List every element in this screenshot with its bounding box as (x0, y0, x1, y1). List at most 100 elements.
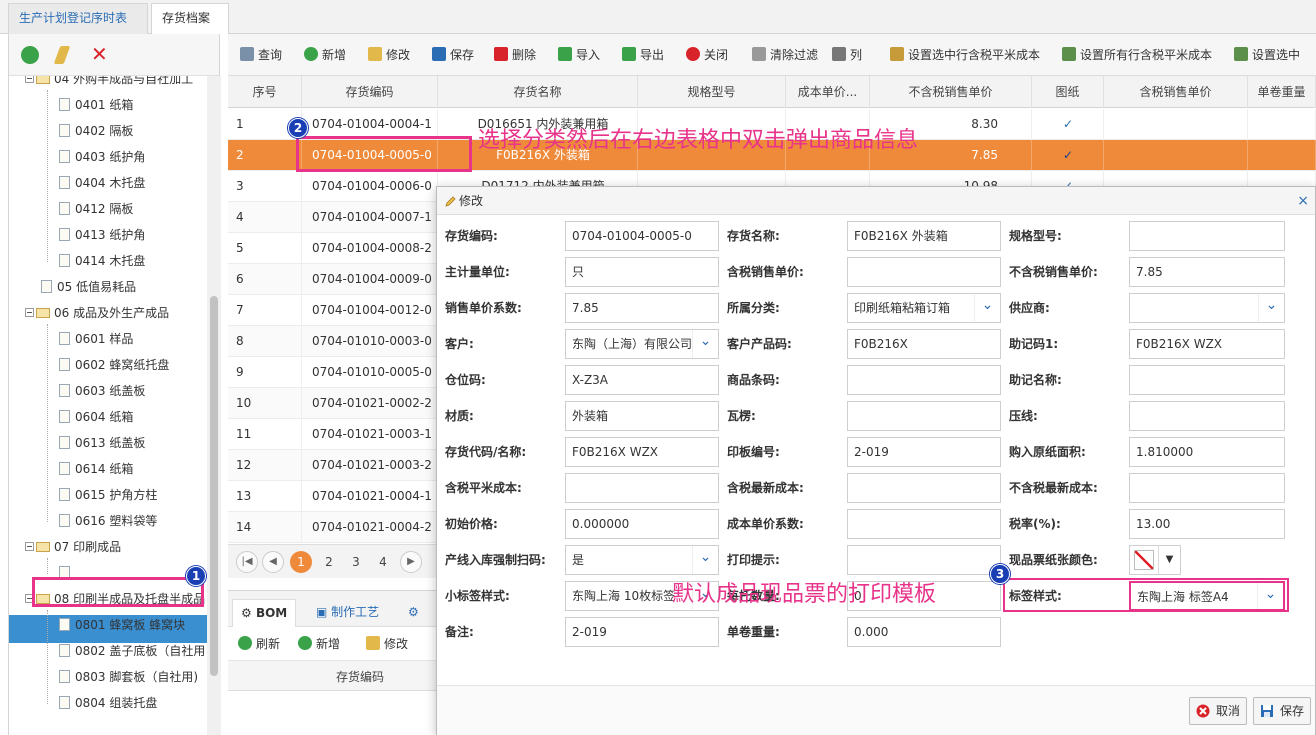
delete-icon[interactable]: ✕ (91, 44, 109, 64)
tree-scrollbar[interactable] (207, 76, 221, 735)
import-button[interactable]: 导入 (558, 46, 600, 64)
tree-folder[interactable]: 06 成品及外生产成品 (25, 302, 169, 324)
text-field[interactable]: 13.00 (1129, 509, 1285, 539)
set-all-cost-button[interactable]: 设置所有行含税平米成本 (1062, 46, 1212, 64)
tree-item[interactable]: 0401 纸箱 (59, 94, 133, 116)
text-field[interactable] (847, 365, 1001, 395)
select-field[interactable]: 印刷纸箱粘箱订箱 ⌄ (847, 293, 1001, 323)
column-header[interactable]: 单卷重量 (1248, 76, 1316, 108)
column-header[interactable]: 不含税销售单价 (870, 76, 1032, 108)
tab-inventory-archive[interactable]: 存货档案× (151, 3, 229, 54)
text-field[interactable] (847, 257, 1001, 287)
tree-item[interactable]: 0604 纸箱 (59, 406, 133, 428)
text-field[interactable] (847, 545, 1001, 575)
chevron-down-icon[interactable]: ⌄ (974, 294, 1000, 322)
collapse-icon[interactable] (25, 308, 34, 317)
set-selected-button[interactable]: 设置选中 (1234, 46, 1300, 64)
chevron-down-icon[interactable]: ⌄ (1258, 294, 1284, 322)
refresh-button[interactable]: 刷新 (238, 635, 280, 653)
text-field[interactable]: X-Z3A (565, 365, 719, 395)
next-page-button[interactable]: ▶ (400, 551, 422, 573)
tree-item[interactable]: 0614 纸箱 (59, 458, 133, 480)
select-field[interactable]: ⌄ (1129, 293, 1285, 323)
text-field[interactable]: 7.85 (565, 293, 719, 323)
tree-item[interactable]: 0601 样品 (59, 328, 133, 350)
tree-item[interactable]: 0404 木托盘 (59, 172, 145, 194)
text-field[interactable] (847, 473, 1001, 503)
text-field[interactable]: 0.000000 (565, 509, 719, 539)
close-icon[interactable]: × (1297, 187, 1309, 215)
text-field[interactable]: F0B216X WZX (1129, 329, 1285, 359)
text-field[interactable]: F0B216X 外装箱 (847, 221, 1001, 251)
chevron-down-icon[interactable]: ⌄ (692, 330, 718, 358)
tree-item[interactable]: 0414 木托盘 (59, 250, 145, 272)
tree-item[interactable]: 0802 盖子底板（自社用 (59, 640, 205, 662)
set-selected-cost-button[interactable]: 设置选中行含税平米成本 (890, 46, 1040, 64)
collapse-icon[interactable] (25, 542, 34, 551)
column-header[interactable]: 存货编码 (302, 76, 438, 108)
save-button[interactable]: 保存 (1253, 697, 1311, 725)
text-field[interactable] (1129, 401, 1285, 431)
collapse-icon[interactable] (25, 76, 34, 83)
text-field[interactable] (565, 473, 719, 503)
text-field[interactable]: 外装箱 (565, 401, 719, 431)
text-field[interactable]: F0B216X WZX (565, 437, 719, 467)
text-field[interactable]: 只 (565, 257, 719, 287)
first-page-button[interactable]: |◀ (236, 551, 258, 573)
tree-item[interactable]: 0803 脚套板（自社用) (59, 666, 198, 688)
select-field[interactable]: 东陶（上海）有限公司 ⌄ (565, 329, 719, 359)
select-field[interactable]: 是 ⌄ (565, 545, 719, 575)
edit-button[interactable]: 修改 (368, 46, 410, 64)
tree-item[interactable]: 0412 隔板 (59, 198, 133, 220)
column-header[interactable]: 成本单价... (786, 76, 870, 108)
tree-item[interactable]: 05 低值易耗品 (41, 276, 136, 298)
close-button[interactable]: 关闭 (686, 46, 728, 64)
export-button[interactable]: 导出 (622, 46, 664, 64)
text-field[interactable] (847, 509, 1001, 539)
color-picker[interactable]: ▼ (1129, 545, 1181, 575)
tree-item[interactable]: 0615 护角方柱 (59, 484, 157, 506)
prev-page-button[interactable]: ◀ (262, 551, 284, 573)
column-header[interactable]: 序号 (228, 76, 302, 108)
page-3[interactable]: 3 (345, 551, 367, 573)
text-field[interactable]: F0B216X (847, 329, 1001, 359)
text-field[interactable] (847, 401, 1001, 431)
tree-folder[interactable]: 07 印刷成品 (25, 536, 121, 558)
column-header[interactable]: 图纸 (1032, 76, 1104, 108)
tree-item[interactable]: 0804 组装托盘 (59, 692, 157, 714)
edit-button[interactable]: 修改 (366, 635, 408, 653)
tree-item[interactable]: 0603 纸盖板 (59, 380, 145, 402)
text-field[interactable]: 0.000 (847, 617, 1001, 647)
text-field[interactable] (1129, 221, 1285, 251)
columns-button[interactable]: 列 (832, 46, 862, 64)
cancel-button[interactable]: 取消 (1189, 697, 1247, 725)
tree-item[interactable]: 0402 隔板 (59, 120, 133, 142)
text-field[interactable] (1129, 473, 1285, 503)
tree-item[interactable]: 0403 纸护角 (59, 146, 145, 168)
tree-item[interactable]: 0801 蜂窝板 蜂窝块 (59, 614, 185, 636)
tree-folder[interactable]: 04 外购半成品与自社加工 (25, 76, 193, 90)
scrollbar-thumb[interactable] (210, 296, 218, 676)
add-icon[interactable] (21, 46, 39, 64)
text-field[interactable]: 2-019 (847, 437, 1001, 467)
page-1[interactable]: 1 (290, 551, 312, 573)
page-2[interactable]: 2 (318, 551, 340, 573)
add-button[interactable]: 新增 (298, 635, 340, 653)
text-field[interactable]: 2-019 (565, 617, 719, 647)
edit-icon[interactable] (53, 46, 71, 64)
tree-item[interactable]: 0613 纸盖板 (59, 432, 145, 454)
add-button[interactable]: 新增 (304, 46, 346, 64)
tree-item[interactable]: 0413 纸护角 (59, 224, 145, 246)
tree-item[interactable]: 0602 蜂窝纸托盘 (59, 354, 169, 376)
tab-process[interactable]: ▣ 制作工艺 (308, 599, 387, 627)
column-header[interactable]: 存货名称 (438, 76, 638, 108)
clear-filter-button[interactable]: 清除过滤 (752, 46, 818, 64)
text-field[interactable] (1129, 365, 1285, 395)
tab-more[interactable]: ⚙ (400, 599, 427, 627)
column-header[interactable]: 规格型号 (638, 76, 786, 108)
tab-bom[interactable]: ⚙ BOM (232, 599, 297, 627)
delete-button[interactable]: 删除 (494, 46, 536, 64)
search-button[interactable]: 查询 (240, 46, 282, 64)
chevron-down-icon[interactable]: ⌄ (692, 546, 718, 574)
page-4[interactable]: 4 (372, 551, 394, 573)
